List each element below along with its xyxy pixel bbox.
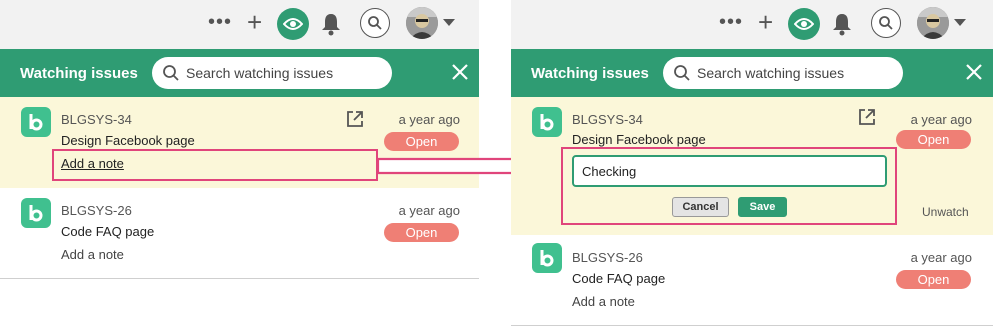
search-icon[interactable] (360, 8, 390, 38)
search-icon[interactable] (871, 8, 901, 38)
panel-title: Watching issues (20, 65, 138, 82)
panel-header: Watching issues (511, 49, 993, 97)
search-box[interactable] (663, 57, 903, 89)
plus-icon[interactable]: + (247, 8, 262, 36)
panel-title: Watching issues (531, 65, 649, 82)
watching-panel-before: ••• + Watching issues BLGSYS-34 Design F… (0, 0, 479, 280)
search-icon (163, 65, 179, 81)
issue-title[interactable]: Design Facebook page (61, 133, 195, 148)
issue-type-icon (21, 107, 51, 137)
bell-icon[interactable] (320, 12, 342, 36)
add-note-link[interactable]: Add a note (572, 294, 635, 309)
annotation-highlight-box (561, 147, 897, 225)
updated-time: a year ago (398, 112, 460, 127)
issue-title[interactable]: Code FAQ page (572, 271, 665, 286)
chevron-down-icon[interactable] (954, 19, 966, 26)
status-badge: Open (384, 223, 459, 242)
more-dots-icon[interactable]: ••• (719, 12, 743, 32)
close-icon[interactable] (451, 63, 469, 81)
chevron-down-icon[interactable] (443, 19, 455, 26)
issue-type-icon (532, 107, 562, 137)
user-avatar[interactable] (406, 7, 438, 39)
issue-row[interactable]: BLGSYS-26 Code FAQ page Add a note a yea… (0, 188, 479, 279)
search-box[interactable] (152, 57, 392, 89)
search-input[interactable] (186, 57, 386, 89)
search-input[interactable] (697, 57, 897, 89)
panel-header: Watching issues (0, 49, 479, 97)
status-badge: Open (896, 130, 971, 149)
annotation-highlight-box (52, 149, 378, 181)
issue-type-icon (21, 198, 51, 228)
issue-key[interactable]: BLGSYS-26 (572, 250, 643, 265)
external-link-icon[interactable] (857, 107, 877, 127)
issue-key[interactable]: BLGSYS-34 (572, 112, 643, 127)
issue-type-icon (532, 243, 562, 273)
issue-title[interactable]: Design Facebook page (572, 132, 706, 147)
issue-key[interactable]: BLGSYS-34 (61, 112, 132, 127)
add-note-link[interactable]: Add a note (61, 247, 124, 262)
more-dots-icon[interactable]: ••• (208, 12, 232, 32)
unwatch-link[interactable]: Unwatch (922, 205, 969, 219)
search-icon (674, 65, 690, 81)
top-nav-bar: ••• + (511, 0, 993, 49)
eye-icon[interactable] (788, 8, 820, 40)
eye-icon[interactable] (277, 8, 309, 40)
close-icon[interactable] (965, 63, 983, 81)
bell-icon[interactable] (831, 12, 853, 36)
issue-key[interactable]: BLGSYS-26 (61, 203, 132, 218)
updated-time: a year ago (398, 203, 460, 218)
user-avatar[interactable] (917, 7, 949, 39)
issue-title[interactable]: Code FAQ page (61, 224, 154, 239)
external-link-icon[interactable] (345, 109, 365, 129)
updated-time: a year ago (910, 112, 972, 127)
top-nav-bar: ••• + (0, 0, 479, 49)
issue-row[interactable]: BLGSYS-26 Code FAQ page Add a note a yea… (511, 235, 993, 326)
status-badge: Open (896, 270, 971, 289)
updated-time: a year ago (910, 250, 972, 265)
plus-icon[interactable]: + (758, 8, 773, 36)
